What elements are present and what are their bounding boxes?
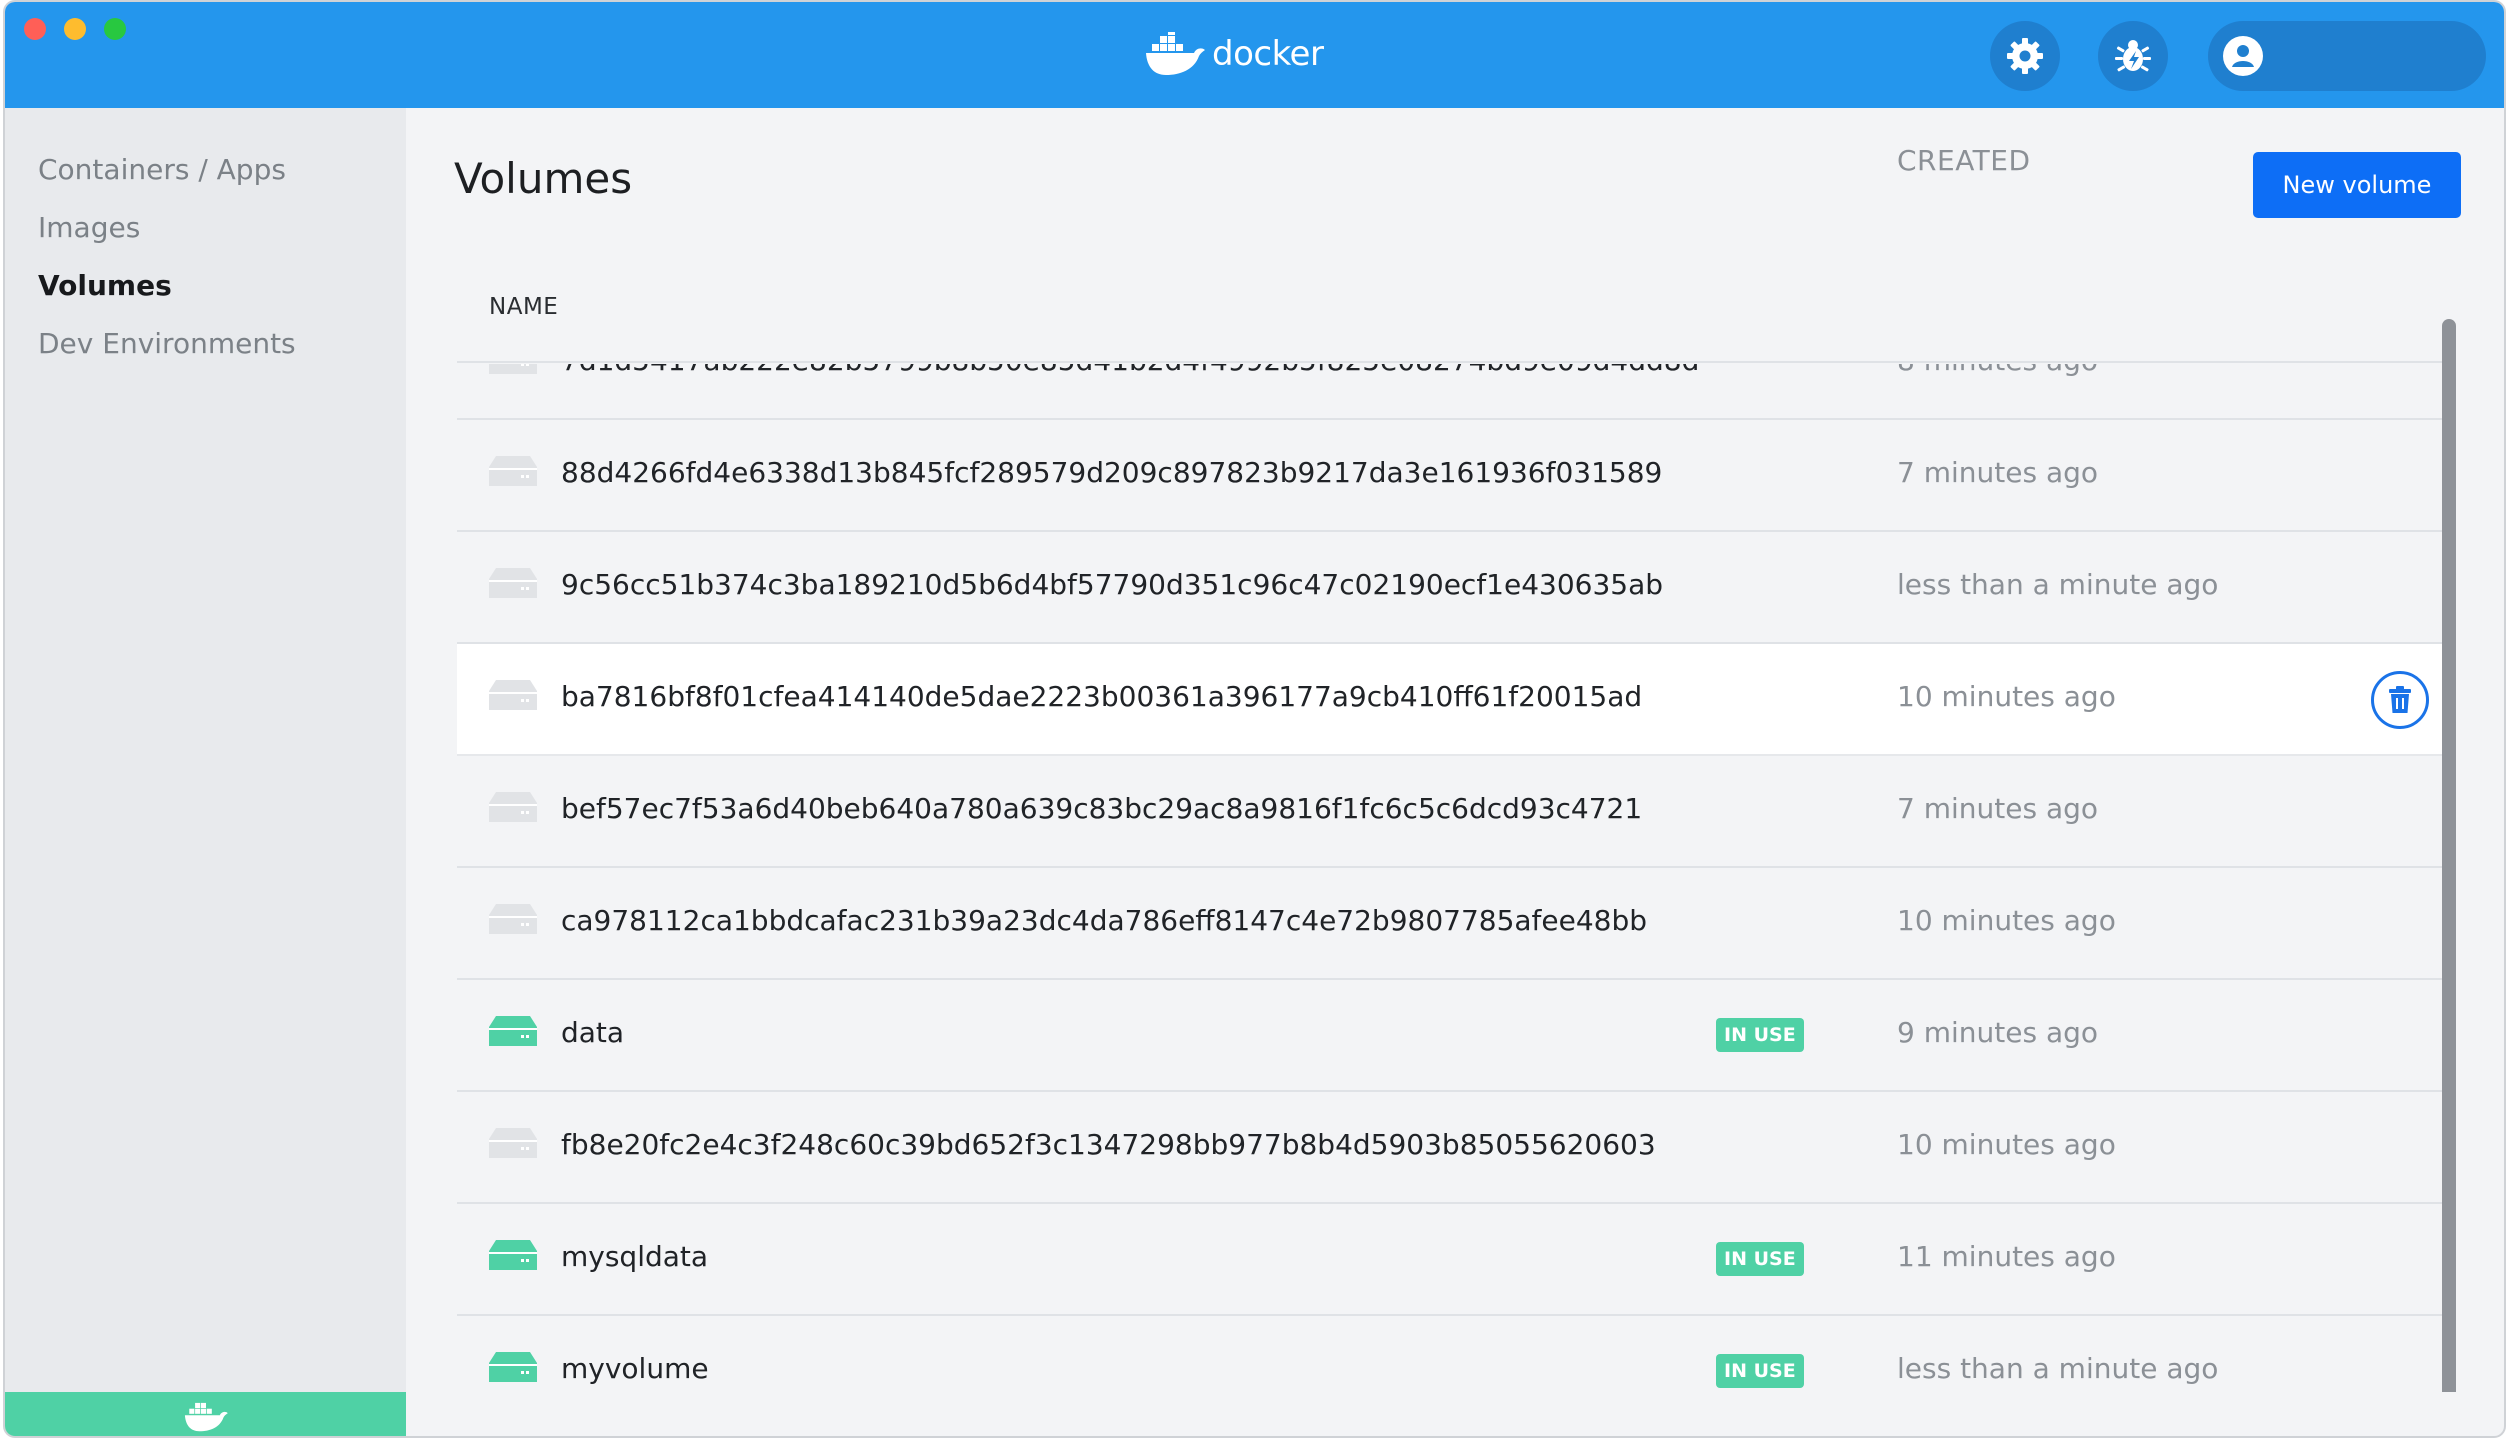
volume-created: 10 minutes ago [1897, 1128, 2116, 1161]
in-use-badge: IN USE [1716, 1018, 1804, 1052]
delete-volume-button[interactable] [2371, 671, 2429, 729]
volume-icon [489, 680, 537, 710]
sidebar: Containers / Apps Images Volumes Dev Env… [5, 108, 406, 1392]
volume-created: less than a minute ago [1897, 568, 2219, 601]
volume-name: fb8e20fc2e4c3f248c60c39bd652f3c1347298bb… [561, 1128, 1656, 1161]
volume-created: 8 minutes ago [1897, 364, 2098, 377]
settings-button[interactable] [1990, 21, 2060, 91]
gear-icon [2007, 38, 2043, 74]
volume-icon [489, 568, 537, 598]
bug-icon [2115, 40, 2151, 72]
header-divider [457, 361, 2447, 363]
close-window-button[interactable] [24, 18, 46, 40]
table-row[interactable]: fb8e20fc2e4c3f248c60c39bd652f3c1347298bb… [457, 1092, 2447, 1204]
user-avatar-icon [2223, 36, 2263, 76]
volume-created: 7 minutes ago [1897, 456, 2099, 489]
table-row[interactable]: data IN USE 9 minutes ago [457, 980, 2447, 1092]
volumes-panel: Volumes New volume NAME CREATED 7d1d5417… [406, 108, 2504, 1392]
sidebar-item-dev-environments[interactable]: Dev Environments [38, 327, 296, 360]
volume-name: bef57ec7f53a6d40beb640a780a639c83bc29ac8… [561, 792, 1643, 825]
docker-whale-icon [1146, 32, 1205, 75]
volume-name: 88d4266fd4e6338d13b845fcf289579d209c8978… [561, 456, 1663, 489]
volume-name: myvolume [561, 1352, 709, 1385]
vertical-scrollbar[interactable] [2442, 319, 2456, 1392]
sidebar-item-images[interactable]: Images [38, 211, 140, 244]
volume-in-use-icon [489, 1352, 537, 1382]
sidebar-item-volumes[interactable]: Volumes [38, 269, 172, 302]
table-row[interactable]: 9c56cc51b374c3ba189210d5b6d4bf57790d351c… [457, 532, 2447, 644]
minimize-window-button[interactable] [64, 18, 86, 40]
column-header-created[interactable]: CREATED [1897, 144, 2031, 177]
table-row[interactable]: myvolume IN USE less than a minute ago [457, 1316, 2447, 1392]
docker-logo: docker [1144, 28, 1324, 80]
table-row[interactable]: ba7816bf8f01cfea414140de5dae2223b00361a3… [457, 644, 2447, 756]
troubleshoot-button[interactable] [2098, 21, 2168, 91]
table-row[interactable]: 7d1d5417ab222e82b5799b8b50e85d41b2d4f499… [457, 364, 2447, 420]
in-use-badge: IN USE [1716, 1354, 1804, 1388]
volume-icon [489, 364, 537, 374]
volume-name: 9c56cc51b374c3ba189210d5b6d4bf57790d351c… [561, 568, 1664, 601]
volume-created: 7 minutes ago [1897, 792, 2099, 825]
volume-created: 10 minutes ago [1897, 680, 2116, 713]
in-use-badge: IN USE [1716, 1242, 1804, 1276]
docker-desktop-window: docker Containers / Apps Images Volumes … [3, 0, 2506, 1438]
volume-icon [489, 792, 537, 822]
title-bar: docker [5, 2, 2504, 108]
volumes-list: 7d1d5417ab222e82b5799b8b50e85d41b2d4f499… [457, 364, 2447, 1392]
volumes-table: 7d1d5417ab222e82b5799b8b50e85d41b2d4f499… [457, 364, 2447, 1392]
volume-icon [489, 1128, 537, 1158]
table-row[interactable]: ca978112ca1bbdcafac231b39a23dc4da786eff8… [457, 868, 2447, 980]
volume-created: 11 minutes ago [1897, 1240, 2116, 1273]
volume-created: 9 minutes ago [1897, 1016, 2099, 1049]
sidebar-item-containers-apps[interactable]: Containers / Apps [38, 153, 286, 186]
volume-icon [489, 904, 537, 934]
account-button[interactable] [2208, 21, 2486, 91]
volume-in-use-icon [489, 1240, 537, 1270]
zoom-window-button[interactable] [104, 18, 126, 40]
engine-status-bar[interactable] [5, 1392, 406, 1436]
table-row[interactable]: 88d4266fd4e6338d13b845fcf289579d209c8978… [457, 420, 2447, 532]
volume-created: less than a minute ago [1897, 1352, 2219, 1385]
new-volume-button[interactable]: New volume [2253, 152, 2461, 218]
volume-name: mysqldata [561, 1240, 709, 1273]
volume-name: ba7816bf8f01cfea414140de5dae2223b00361a3… [561, 680, 1643, 713]
volume-name: ca978112ca1bbdcafac231b39a23dc4da786eff8… [561, 904, 1648, 937]
volume-created: 10 minutes ago [1897, 904, 2116, 937]
docker-whale-icon [184, 1402, 228, 1432]
volume-name: 7d1d5417ab222e82b5799b8b50e85d41b2d4f499… [561, 364, 1699, 377]
trash-icon [2389, 686, 2411, 713]
volume-name: data [561, 1016, 625, 1049]
column-header-name[interactable]: NAME [489, 294, 558, 320]
table-row[interactable]: mysqldata IN USE 11 minutes ago [457, 1204, 2447, 1316]
brand-text: docker [1212, 34, 1324, 74]
volume-in-use-icon [489, 1016, 537, 1046]
page-title: Volumes [454, 154, 633, 203]
volume-icon [489, 456, 537, 486]
table-row[interactable]: bef57ec7f53a6d40beb640a780a639c83bc29ac8… [457, 756, 2447, 868]
